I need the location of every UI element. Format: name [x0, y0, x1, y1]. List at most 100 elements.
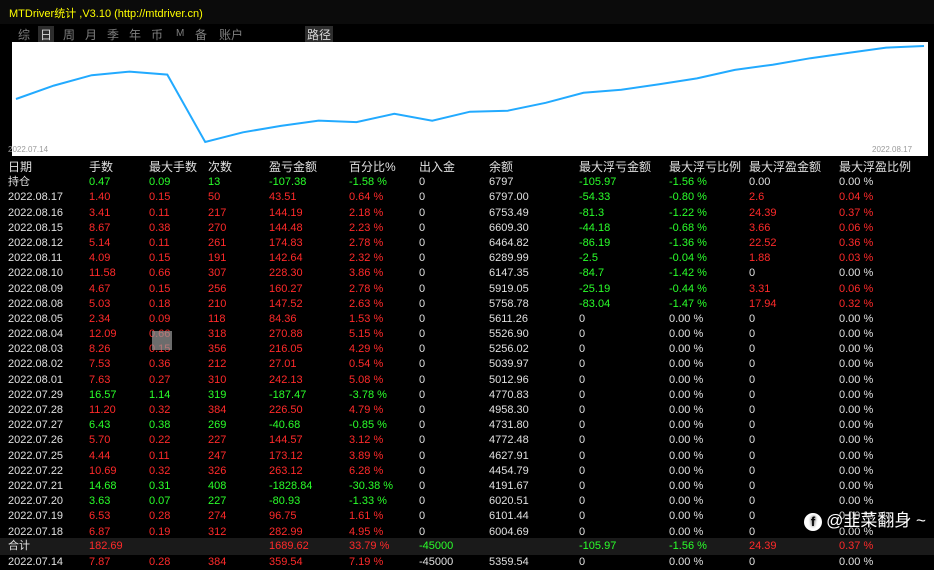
cell-max-float-profit: 24.39 [749, 540, 777, 552]
cell-max-lots: 最大手数 [149, 160, 198, 174]
cell-max-float-profit: 3.31 [749, 282, 771, 295]
cell-deposit: 0 [419, 495, 426, 508]
cell-balance: 4731.80 [489, 419, 529, 432]
cell-date: 持仓 [8, 176, 30, 189]
cell-deposit: 0 [419, 176, 426, 189]
chart-start-date: 2022.07.14 [8, 145, 49, 154]
cell-count: 408 [208, 479, 227, 492]
cell-max-float-loss-pct: 0.00 % [669, 434, 704, 447]
cell-max-lots: 0.22 [149, 434, 171, 447]
cell-pnl: 147.52 [269, 297, 303, 310]
table-row: 2022.08.02 7.53 0.36 212 27.01 0.54 % 0 5039.97… [8, 357, 934, 372]
cell-max-lots: 0.38 [149, 221, 171, 234]
tab-note[interactable]: 备 [195, 26, 207, 43]
cell-percent: -1.58 % [349, 176, 387, 189]
cell-deposit: 0 [419, 358, 426, 371]
cell-pnl: -187.47 [269, 388, 307, 401]
cell-balance: 5359.54 [489, 555, 529, 568]
cell-max-float-loss-pct: 0.00 % [669, 479, 704, 492]
tab-day[interactable]: 日 [38, 26, 55, 43]
cell-max-float-loss-pct: -1.47 % [669, 297, 707, 310]
cell-max-float-loss-pct: -0.04 % [669, 252, 707, 265]
cell-max-float-profit: 0.00 [749, 176, 771, 189]
tab-account[interactable]: 账户 [219, 26, 243, 43]
tab-week[interactable]: 周 [63, 26, 75, 43]
cell-max-lots: 0.36 [149, 358, 171, 371]
cell-max-float-profit: 0 [749, 328, 756, 341]
path-button[interactable]: 路径 [305, 26, 334, 43]
cell-max-float-profit-pct: 0.06 % [839, 282, 874, 295]
cell-lots: 12.09 [89, 328, 117, 341]
cell-pnl: 228.30 [269, 267, 303, 280]
cell-deposit: 0 [419, 282, 426, 295]
cell-max-float-profit-pct: 0.00 % [839, 343, 874, 356]
cell-count: 247 [208, 449, 227, 462]
cell-deposit: 0 [419, 252, 426, 265]
cell-balance: 4958.30 [489, 404, 529, 416]
cell-balance: 6020.51 [489, 495, 529, 508]
cell-balance: 5526.90 [489, 328, 529, 341]
cell-max-float-loss: -105.97 [579, 540, 617, 552]
cell-max-float-profit: 0 [749, 373, 756, 386]
cell-count: 227 [208, 495, 227, 508]
cell-count: 318 [208, 328, 227, 341]
cell-lots: 6.43 [89, 419, 111, 432]
tab-summary[interactable]: 综 [18, 26, 30, 43]
cell-lots: 10.69 [89, 464, 117, 477]
cell-max-float-profit-pct: 0.00 % [839, 176, 874, 189]
cell-lots: 4.09 [89, 252, 111, 265]
cell-max-float-profit-pct: 0.00 % [839, 312, 874, 325]
cell-max-float-loss: 0 [579, 312, 586, 325]
title-bar: MTDriver统计 ,V3.10 (http://mtdriver.cn) [0, 0, 934, 24]
cell-pnl: -1828.84 [269, 479, 313, 492]
cell-deposit: 0 [419, 388, 426, 401]
cell-balance: 6609.30 [489, 221, 529, 234]
total-row: 合计 182.69 1689.62 33.79 % -45000 -105.97 -1.56… [0, 538, 934, 555]
cell-max-float-loss-pct: 0.00 % [669, 328, 704, 341]
cell-max-float-loss: 0 [579, 555, 586, 568]
cell-max-float-profit-pct: 0.04 % [839, 191, 874, 204]
tab-quarter[interactable]: 季 [107, 26, 119, 43]
tab-year[interactable]: 年 [129, 26, 141, 43]
cell-max-float-profit-pct: 0.32 % [839, 297, 874, 310]
cell-max-float-loss: -105.97 [579, 176, 617, 189]
cell-percent: 2.23 % [349, 221, 384, 234]
cell-lots: 5.14 [89, 236, 111, 249]
equity-chart [12, 42, 928, 156]
cell-count: 50 [208, 191, 221, 204]
cell-max-float-profit: 0 [749, 510, 756, 523]
cell-max-float-profit-pct: 0.36 % [839, 236, 874, 249]
table-row: 2022.07.21 14.68 0.31 408 -1828.84 -30.38 % 0 4… [8, 479, 934, 494]
cell-max-float-loss: -54.33 [579, 191, 611, 204]
cell-max-float-profit: 2.6 [749, 191, 765, 204]
cell-max-float-profit-pct: 0.37 % [839, 206, 874, 219]
equity-curve [15, 45, 925, 144]
table-row: 2022.08.05 2.34 0.09 118 84.36 1.53 % 0 5611.26… [8, 312, 934, 327]
cell-count: 261 [208, 236, 227, 249]
cell-max-float-loss: 0 [579, 510, 586, 523]
cell-date: 2022.08.11 [8, 252, 63, 265]
cell-date: 2022.07.20 [8, 495, 64, 508]
cell-max-float-profit: 0 [749, 343, 756, 356]
tab-m[interactable]: M [176, 28, 184, 39]
table-row: 2022.08.16 3.41 0.11 217 144.19 2.18 % 0 6753.4… [8, 206, 934, 221]
table-row: 2022.08.11 4.09 0.15 191 142.64 2.32 % 0 6289.9… [8, 251, 934, 266]
selection-highlight [152, 331, 172, 350]
tab-currency[interactable]: 币 [151, 26, 163, 43]
cell-count: 384 [208, 555, 227, 568]
cell-max-float-loss-pct: -1.36 % [669, 236, 707, 249]
watermark-logo-icon: f [804, 512, 823, 531]
cell-max-float-profit: 最大浮盈金额 [749, 160, 822, 174]
cell-max-lots: 0.09 [149, 176, 171, 189]
cell-count: 310 [208, 373, 227, 386]
cell-percent: 2.63 % [349, 297, 384, 310]
cell-deposit: 0 [419, 449, 426, 462]
tab-month[interactable]: 月 [85, 26, 97, 43]
cell-max-float-loss: -86.19 [579, 236, 611, 249]
cell-lots: 7.53 [89, 358, 111, 371]
cell-percent: 3.86 % [349, 267, 384, 280]
cell-date: 2022.07.22 [8, 464, 64, 477]
cell-balance: 6797 [489, 176, 514, 189]
cell-percent: -1.33 % [349, 495, 387, 508]
cell-date: 2022.07.26 [8, 434, 64, 447]
